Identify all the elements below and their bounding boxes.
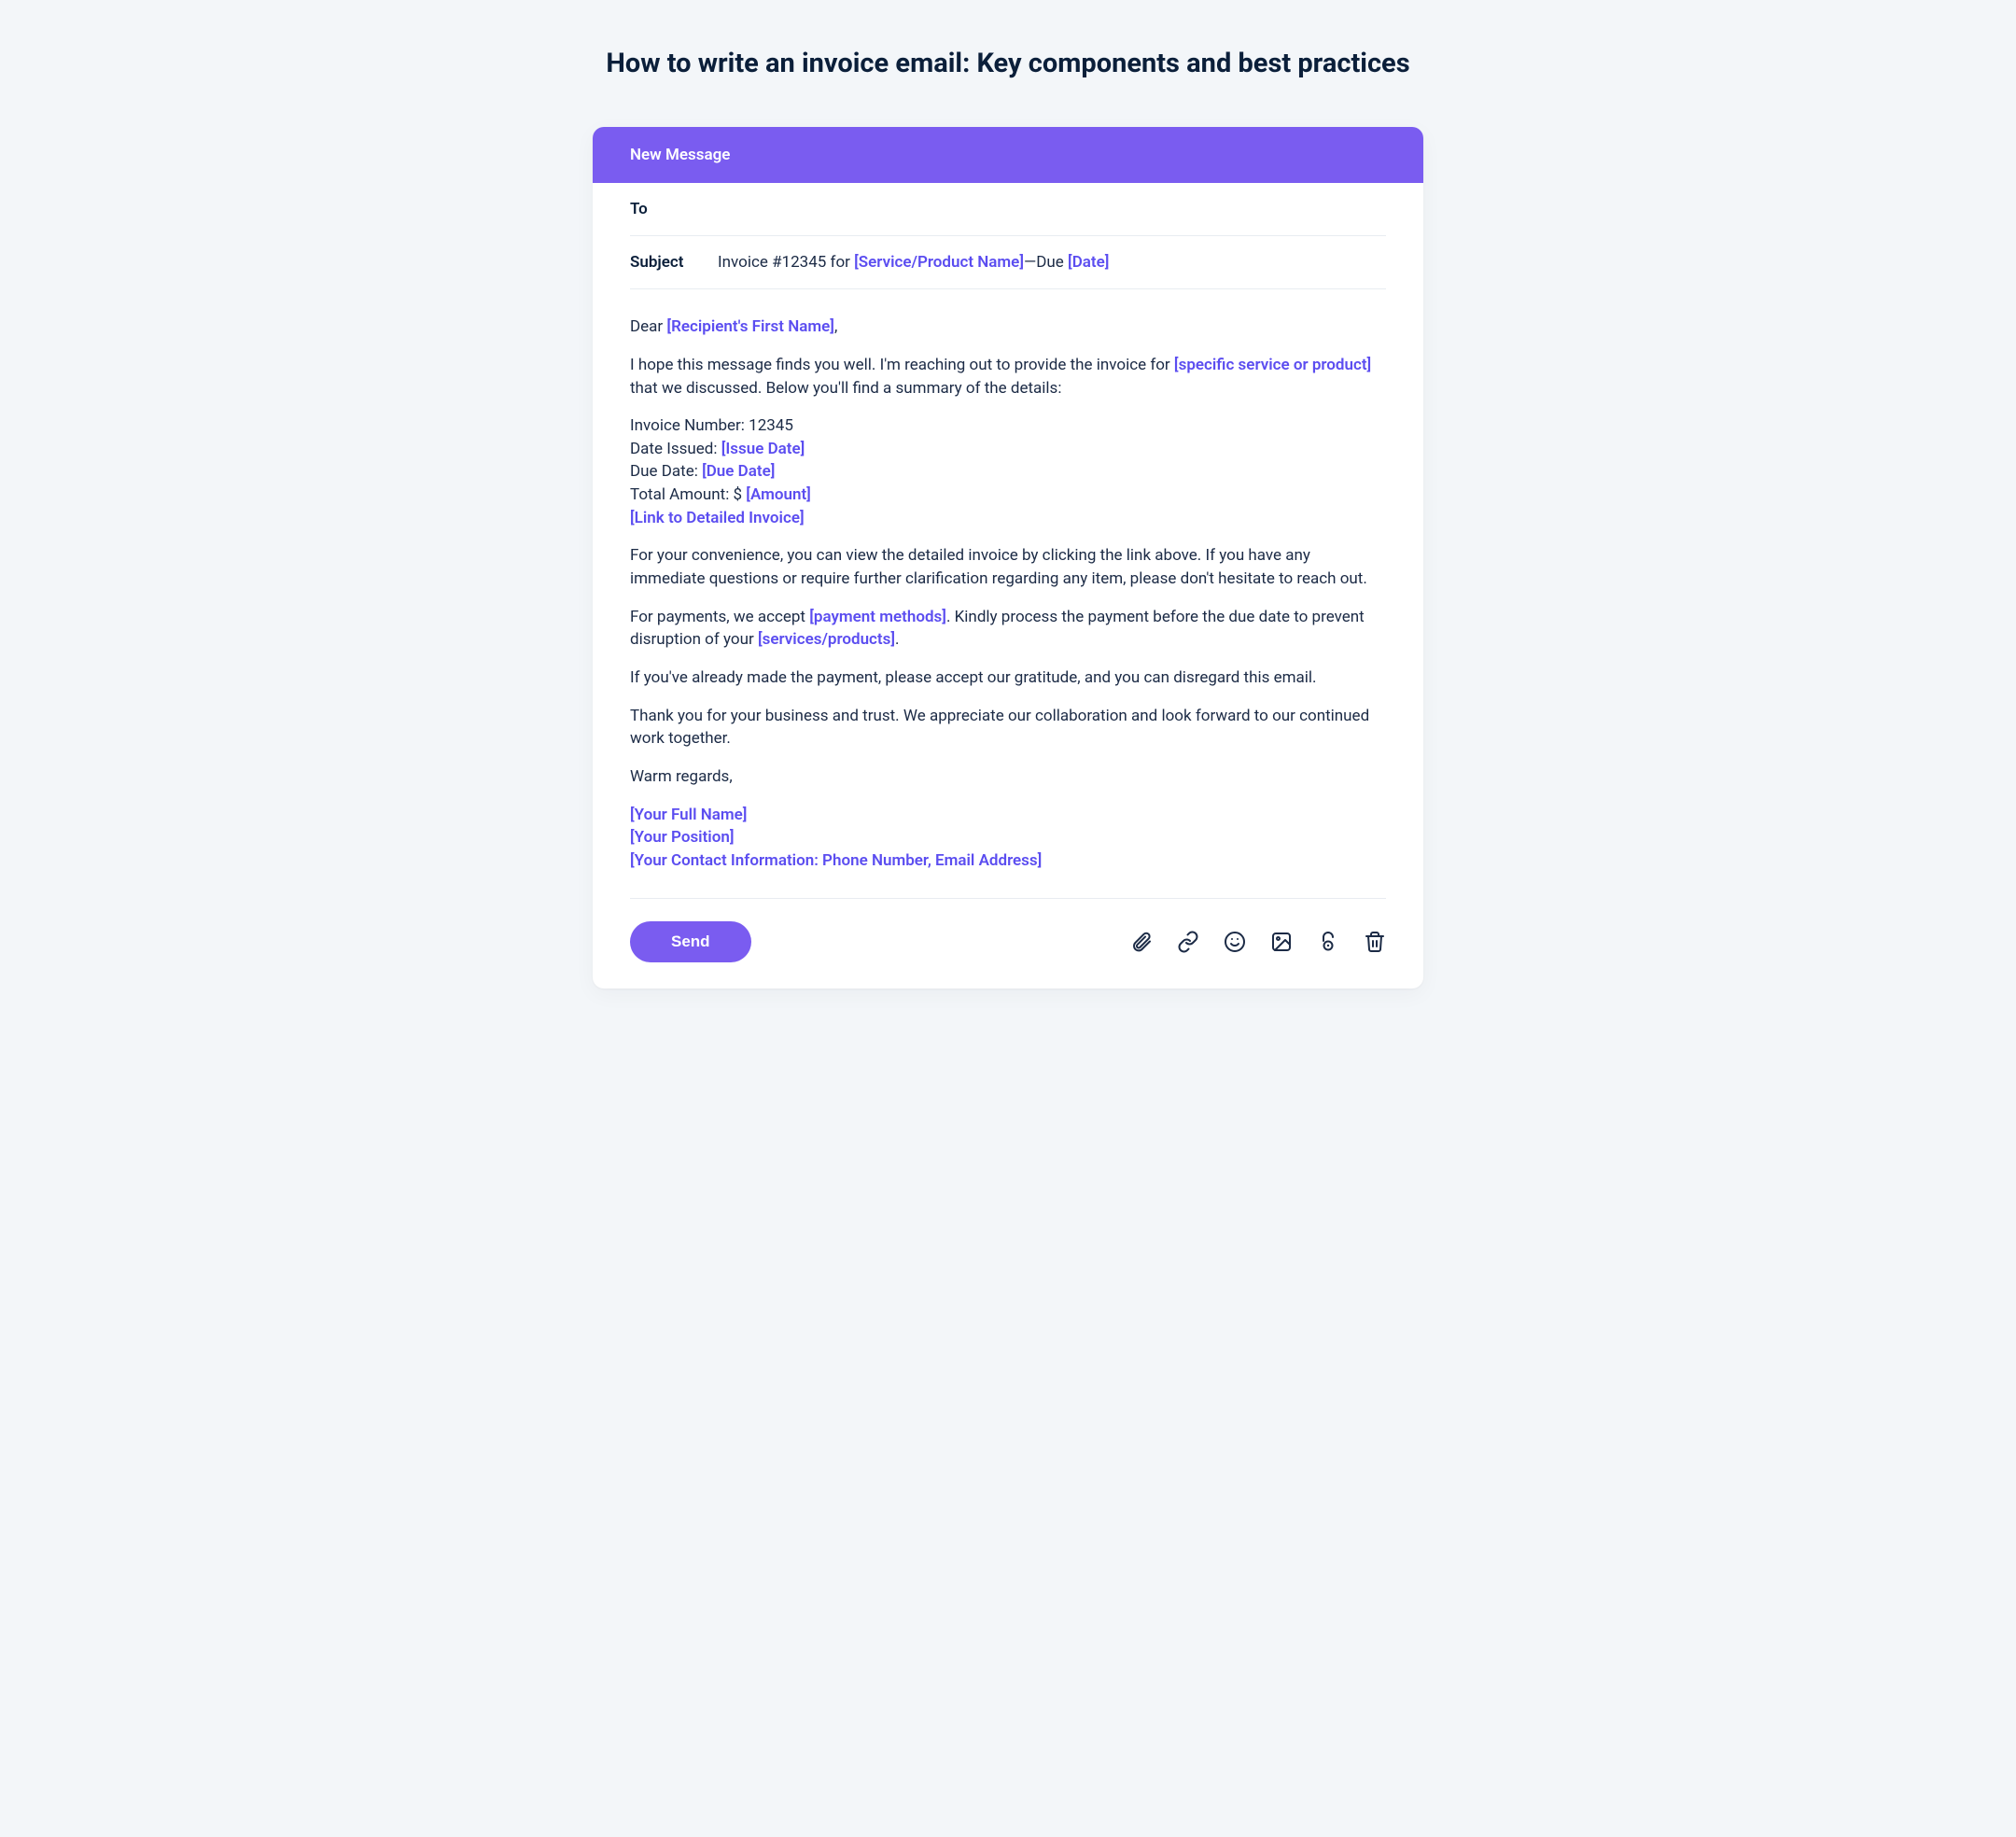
greeting: Dear [Recipient's First Name], (630, 316, 1386, 339)
subject-value: Invoice #12345 for [Service/Product Name… (718, 253, 1109, 272)
closing: Warm regards, (630, 765, 1386, 789)
date-issued: Date Issued: [Issue Date] (630, 438, 1386, 461)
link-icon[interactable] (1177, 931, 1199, 953)
intro-paragraph: I hope this message finds you well. I'm … (630, 354, 1386, 400)
to-row[interactable]: To (630, 183, 1386, 236)
payments-paragraph: For payments, we accept [payment methods… (630, 606, 1386, 652)
toolbar-icons (1130, 931, 1386, 953)
invoice-number: Invoice Number: 12345 (630, 414, 1386, 438)
email-body[interactable]: Dear [Recipient's First Name], I hope th… (630, 289, 1386, 872)
send-button[interactable]: Send (630, 921, 751, 962)
emoji-icon[interactable] (1224, 931, 1246, 953)
compose-footer: Send (630, 898, 1386, 962)
thanks-paragraph: Thank you for your business and trust. W… (630, 705, 1386, 750)
subject-row[interactable]: Subject Invoice #12345 for [Service/Prod… (630, 236, 1386, 289)
already-paid-paragraph: If you've already made the payment, plea… (630, 666, 1386, 690)
trash-icon[interactable] (1364, 931, 1386, 953)
page-title: How to write an invoice email: Key compo… (588, 47, 1428, 80)
compose-header: New Message (593, 127, 1423, 183)
image-icon[interactable] (1270, 931, 1293, 953)
lock-icon[interactable] (1317, 931, 1339, 953)
signature-contact: [Your Contact Information: Phone Number,… (630, 849, 1386, 873)
subject-label: Subject (630, 253, 695, 272)
signature-position: [Your Position] (630, 826, 1386, 849)
invoice-link: [Link to Detailed Invoice] (630, 507, 1386, 530)
to-label: To (630, 200, 695, 218)
attachment-icon[interactable] (1130, 931, 1153, 953)
due-date: Due Date: [Due Date] (630, 460, 1386, 484)
total-amount: Total Amount: $ [Amount] (630, 484, 1386, 507)
signature-name: [Your Full Name] (630, 804, 1386, 827)
convenience-paragraph: For your convenience, you can view the d… (630, 544, 1386, 590)
compose-window: New Message To Subject Invoice #12345 fo… (593, 127, 1423, 989)
